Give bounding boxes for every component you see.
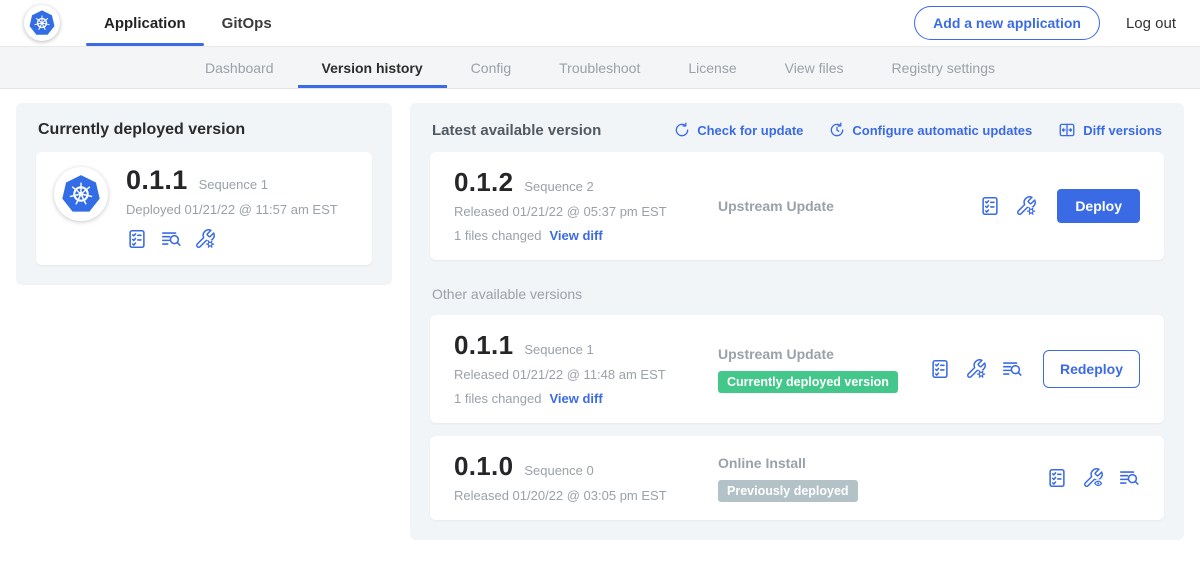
- sequence-label: Sequence 1: [524, 342, 593, 357]
- version-source: Upstream Update: [704, 198, 979, 214]
- released-timestamp: Released 01/20/22 @ 03:05 pm EST: [454, 488, 704, 503]
- release-notes-checklist-icon[interactable]: [929, 358, 951, 380]
- files-changed-label: 1 files changed: [454, 228, 541, 243]
- version-number: 0.1.2: [454, 169, 513, 195]
- deployed-version-info: 0.1.1 Sequence 1 Deployed 01/21/22 @ 11:…: [126, 167, 338, 250]
- configure-automatic-updates-link[interactable]: Configure automatic updates: [829, 121, 1032, 139]
- edit-config-wrench-gear-icon[interactable]: [194, 228, 216, 250]
- version-card-actions: Deploy: [979, 189, 1140, 223]
- subnav-troubleshoot[interactable]: Troubleshoot: [535, 47, 664, 88]
- tab-gitops[interactable]: GitOps: [204, 0, 290, 46]
- edit-config-wrench-gear-icon[interactable]: [1015, 195, 1037, 217]
- subnav-version-history[interactable]: Version history: [298, 47, 447, 88]
- source-label: Upstream Update: [718, 346, 929, 362]
- subnav-registry-settings[interactable]: Registry settings: [868, 47, 1019, 88]
- app-subnav: Dashboard Version history Config Trouble…: [0, 47, 1200, 89]
- subnav-view-files[interactable]: View files: [761, 47, 868, 88]
- version-card-actions: [1046, 467, 1140, 489]
- version-source: Online Install Previously deployed: [704, 455, 1046, 502]
- main-content: Currently deployed version 0.1.1 Sequenc…: [0, 89, 1200, 554]
- latest-available-title: Latest available version: [432, 122, 601, 139]
- deploy-button[interactable]: Deploy: [1057, 189, 1140, 223]
- released-timestamp: Released 01/21/22 @ 11:48 am EST: [454, 367, 704, 382]
- check-for-update-label: Check for update: [697, 123, 803, 138]
- kubernetes-wheel-icon: [60, 173, 102, 215]
- app-icon-kubernetes: [54, 167, 108, 221]
- files-changed-label: 1 files changed: [454, 391, 541, 406]
- kubernetes-logo[interactable]: [24, 5, 60, 41]
- diff-versions-link[interactable]: Diff versions: [1058, 121, 1162, 139]
- app-header: Application GitOps Add a new application…: [0, 0, 1200, 47]
- view-files-search-icon[interactable]: [160, 228, 182, 250]
- view-config-wrench-eye-icon[interactable]: [1082, 467, 1104, 489]
- diff-versions-label: Diff versions: [1083, 123, 1162, 138]
- previously-deployed-badge: Previously deployed: [718, 480, 858, 502]
- subnav-license[interactable]: License: [664, 47, 760, 88]
- primary-nav: Application GitOps: [86, 0, 290, 46]
- subnav-config[interactable]: Config: [447, 47, 535, 88]
- version-info: 0.1.2 Sequence 2 Released 01/21/22 @ 05:…: [454, 169, 704, 243]
- kubernetes-wheel-icon: [28, 9, 56, 37]
- edit-config-wrench-gear-icon[interactable]: [965, 358, 987, 380]
- other-versions-title: Other available versions: [430, 286, 1164, 302]
- version-source: Upstream Update Currently deployed versi…: [704, 346, 929, 393]
- release-notes-checklist-icon[interactable]: [126, 228, 148, 250]
- release-notes-checklist-icon[interactable]: [1046, 467, 1068, 489]
- logout-link[interactable]: Log out: [1126, 0, 1176, 46]
- release-notes-checklist-icon[interactable]: [979, 195, 1001, 217]
- check-for-update-link[interactable]: Check for update: [674, 121, 803, 139]
- redeploy-button[interactable]: Redeploy: [1043, 350, 1140, 388]
- header-spacer: [290, 0, 914, 46]
- configure-automatic-updates-label: Configure automatic updates: [852, 123, 1032, 138]
- view-files-search-icon[interactable]: [1001, 358, 1023, 380]
- deployed-timestamp: Deployed 01/21/22 @ 11:57 am EST: [126, 202, 338, 217]
- currently-deployed-badge: Currently deployed version: [718, 371, 898, 393]
- released-timestamp: Released 01/21/22 @ 05:37 pm EST: [454, 204, 704, 219]
- subnav-dashboard[interactable]: Dashboard: [181, 47, 298, 88]
- schedule-refresh-icon: [829, 122, 845, 138]
- source-label: Upstream Update: [718, 198, 979, 214]
- deployed-panel-title: Currently deployed version: [38, 121, 372, 139]
- version-history-panel: Latest available version Check for updat…: [410, 103, 1184, 540]
- version-number: 0.1.0: [454, 453, 513, 479]
- version-card-actions: Redeploy: [929, 350, 1140, 388]
- version-number: 0.1.1: [454, 332, 513, 358]
- tab-application[interactable]: Application: [86, 0, 204, 46]
- version-actions: Check for update Configure automatic upd…: [674, 121, 1162, 139]
- refresh-icon: [674, 122, 690, 138]
- add-application-button[interactable]: Add a new application: [914, 6, 1100, 40]
- view-diff-link[interactable]: View diff: [549, 391, 602, 406]
- deployed-version-number: 0.1.1: [126, 167, 188, 194]
- deployed-version-card: 0.1.1 Sequence 1 Deployed 01/21/22 @ 11:…: [36, 152, 372, 265]
- version-info: 0.1.0 Sequence 0 Released 01/20/22 @ 03:…: [454, 453, 704, 503]
- deployed-sequence-label: Sequence 1: [199, 177, 268, 192]
- diff-icon: [1058, 121, 1076, 139]
- currently-deployed-panel: Currently deployed version 0.1.1 Sequenc…: [16, 103, 392, 285]
- version-card-0-1-1: 0.1.1 Sequence 1 Released 01/21/22 @ 11:…: [430, 315, 1164, 423]
- view-files-search-icon[interactable]: [1118, 467, 1140, 489]
- sequence-label: Sequence 0: [524, 463, 593, 478]
- sequence-label: Sequence 2: [524, 179, 593, 194]
- version-card-0-1-2: 0.1.2 Sequence 2 Released 01/21/22 @ 05:…: [430, 152, 1164, 260]
- version-info: 0.1.1 Sequence 1 Released 01/21/22 @ 11:…: [454, 332, 704, 406]
- source-label: Online Install: [718, 455, 1046, 471]
- version-card-0-1-0: 0.1.0 Sequence 0 Released 01/20/22 @ 03:…: [430, 436, 1164, 520]
- view-diff-link[interactable]: View diff: [549, 228, 602, 243]
